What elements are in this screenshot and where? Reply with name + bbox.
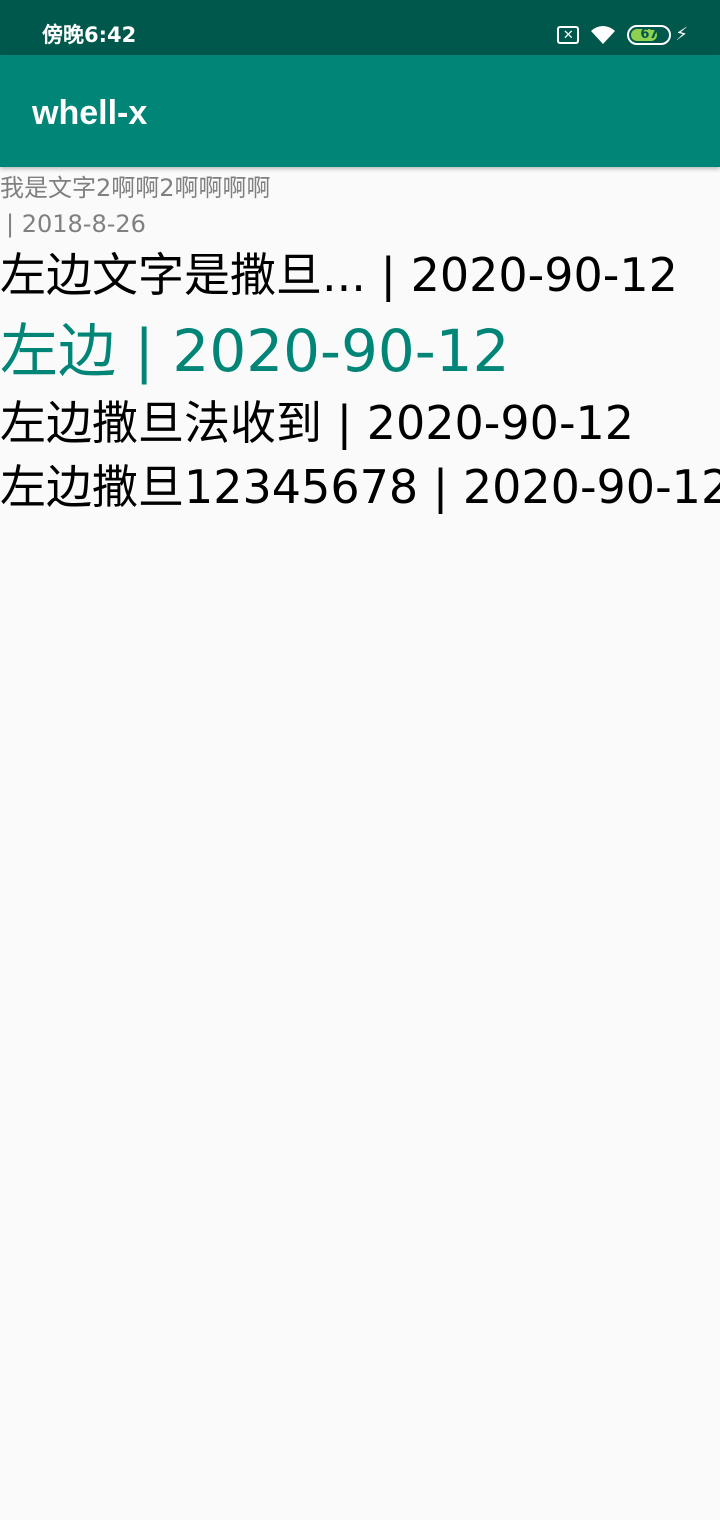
status-bar: 傍晚6:42 ✕ 67 ⚡ — [0, 0, 720, 55]
small-text-line-2: | 2018-8-26 — [6, 210, 146, 238]
app-title: whell-x — [32, 94, 148, 132]
wifi-icon — [591, 26, 616, 44]
charging-bolt-icon: ⚡ — [675, 24, 688, 45]
text-row-4: 左边撒旦12345678 | 2020-90-12 — [0, 460, 720, 514]
battery-icon: 67 — [627, 25, 672, 45]
text-row-1: 左边文字是撒旦... | 2020-90-12 — [0, 248, 678, 302]
small-text-line-1: 我是文字2啊啊2啊啊啊啊 — [0, 174, 271, 202]
sim-x-icon: ✕ — [557, 26, 580, 44]
app-bar: whell-x — [0, 55, 720, 167]
battery-level: 67 — [640, 27, 659, 42]
status-time: 傍晚6:42 — [42, 23, 137, 47]
status-icons: ✕ 67 ⚡ — [557, 22, 688, 48]
text-row-3: 左边撒旦法收到 | 2020-90-12 — [0, 396, 635, 450]
text-row-2-accent: 左边 | 2020-90-12 — [0, 317, 510, 385]
